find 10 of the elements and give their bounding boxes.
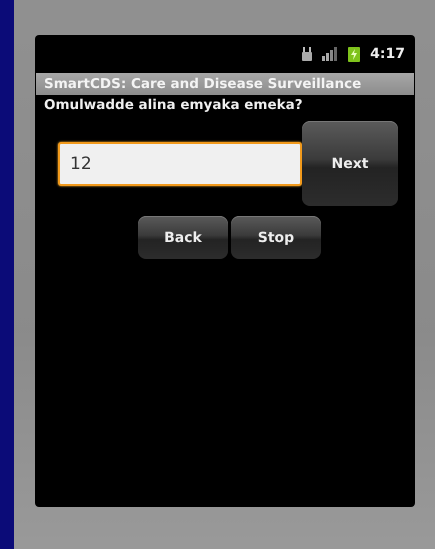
question-text: Omulwadde alina emyaka emeka?	[43, 96, 304, 115]
nav-button[interactable]: Stop	[231, 216, 321, 259]
status-time: 4:17	[370, 46, 405, 62]
app-title-bar: SmartCDS: Care and Disease Surveillance	[36, 73, 414, 95]
nav-button[interactable]: Back	[138, 216, 228, 259]
answer-field[interactable]: 12	[58, 142, 302, 186]
signal-icon	[322, 47, 338, 61]
usb-icon	[302, 47, 312, 61]
battery-charging-icon	[348, 46, 360, 62]
next-button[interactable]: Next	[302, 121, 398, 206]
